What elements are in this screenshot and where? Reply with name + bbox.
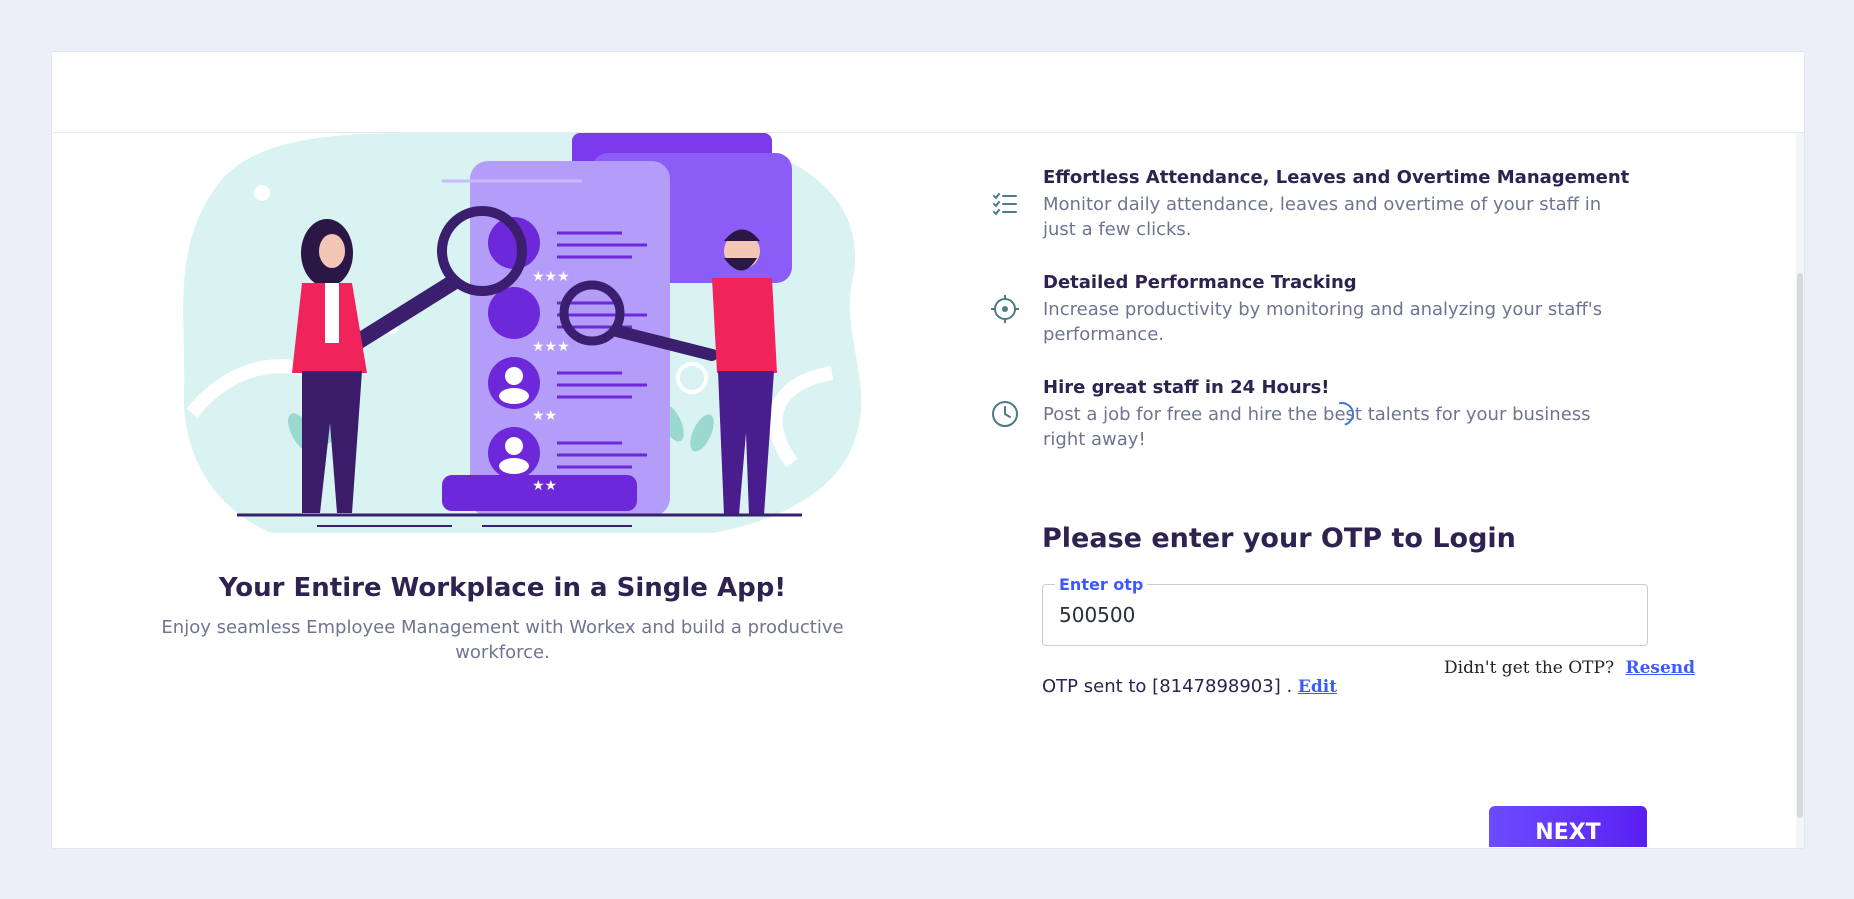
resend-link[interactable]: Resend bbox=[1625, 658, 1695, 678]
card-header bbox=[52, 52, 1804, 133]
illustration-svg: ★★★ ★★★ ★★ ★★ bbox=[183, 133, 862, 533]
otp-heading: Please enter your OTP to Login bbox=[1042, 523, 1516, 554]
svg-text:★★★: ★★★ bbox=[532, 339, 570, 355]
clock-icon bbox=[990, 399, 1020, 429]
next-button[interactable]: NEXT bbox=[1489, 806, 1647, 847]
otp-field-label: Enter otp bbox=[1055, 575, 1148, 594]
scrollbar[interactable] bbox=[1796, 133, 1804, 848]
svg-text:★★: ★★ bbox=[532, 408, 557, 424]
feature-title: Detailed Performance Tracking bbox=[1043, 272, 1357, 293]
feature-description: Increase productivity by monitoring and … bbox=[1043, 299, 1603, 345]
target-icon bbox=[990, 294, 1020, 324]
otp-field[interactable]: Enter otp 500500 bbox=[1042, 575, 1648, 646]
feature-title: Effortless Attendance, Leaves and Overti… bbox=[1043, 167, 1630, 188]
otp-sent-row: OTP sent to [8147898903] . Edit bbox=[1042, 676, 1337, 697]
svg-text:★★★: ★★★ bbox=[532, 269, 570, 285]
resend-row: Didn't get the OTP? Resend bbox=[1444, 658, 1695, 678]
feature-description: Post a job for free and hire the best ta… bbox=[1043, 404, 1591, 450]
edit-link[interactable]: Edit bbox=[1298, 677, 1337, 697]
resend-prompt: Didn't get the OTP? bbox=[1444, 658, 1615, 678]
otp-input[interactable]: 500500 bbox=[1059, 603, 1135, 627]
otp-sent-text: OTP sent to [8147898903] . bbox=[1042, 676, 1293, 697]
feature-description: Monitor daily attendance, leaves and ove… bbox=[1043, 194, 1602, 240]
svg-text:★★: ★★ bbox=[532, 478, 557, 494]
workplace-illustration: ★★★ ★★★ ★★ ★★ bbox=[152, 133, 962, 623]
scrollbar-thumb[interactable] bbox=[1797, 273, 1803, 818]
feature-title: Hire great staff in 24 Hours! bbox=[1043, 377, 1330, 398]
checklist-icon bbox=[990, 189, 1020, 219]
